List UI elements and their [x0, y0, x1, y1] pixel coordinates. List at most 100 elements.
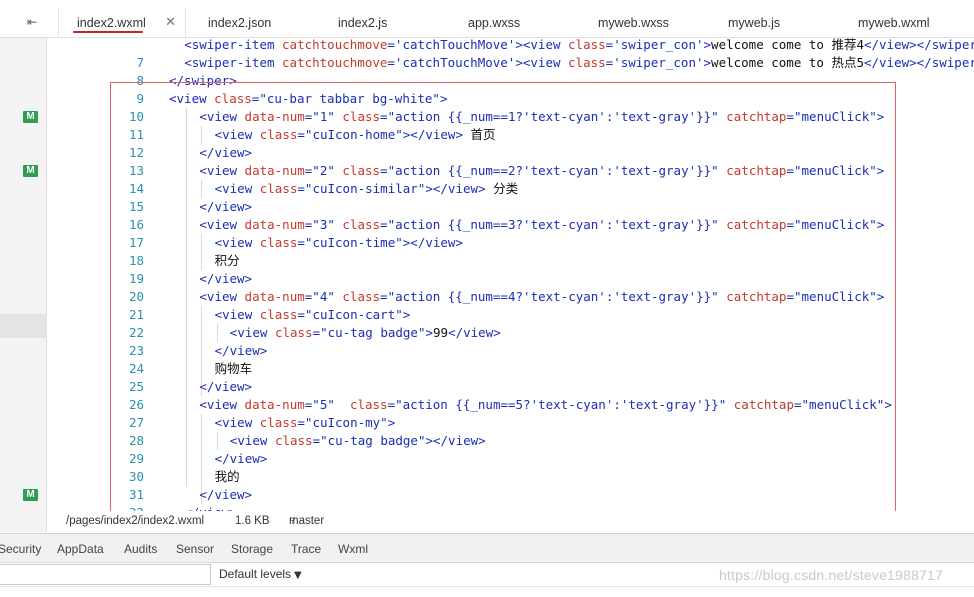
code-line[interactable]: <view class="cu-bar tabbar bg-white">: [169, 90, 447, 108]
git-modified-badge: M: [23, 111, 38, 123]
code-string-token: "action {{_num==4?'text-cyan':'text-gray…: [387, 289, 719, 304]
code-line[interactable]: <swiper-item catchtouchmove='catchTouchM…: [169, 54, 974, 72]
code-text-token: 99: [433, 325, 449, 340]
devtools-tab-appdata[interactable]: AppData: [57, 534, 104, 564]
code-line[interactable]: <view data-num="3" class="action {{_num=…: [169, 216, 884, 234]
code-tag-token: <view: [199, 163, 245, 178]
code-line[interactable]: <view data-num="2" class="action {{_num=…: [169, 162, 884, 180]
code-tag-token: <view: [214, 415, 260, 430]
devtools-tab-wxml[interactable]: Wxml: [338, 534, 368, 564]
code-line[interactable]: <view class="cuIcon-my">: [169, 414, 396, 432]
code-string-token: "cuIcon-home": [304, 127, 403, 142]
tab-index2-json[interactable]: index2.json: [208, 8, 271, 38]
devtools-tab-sensor[interactable]: Sensor: [176, 534, 214, 564]
code-line[interactable]: <view data-num="4" class="action {{_num=…: [169, 288, 884, 306]
code-tag-token: <swiper-item: [184, 38, 283, 52]
devtools-tab-storage[interactable]: Storage: [231, 534, 273, 564]
code-string-token: "menuClick": [794, 109, 877, 124]
code-line[interactable]: <view class="cuIcon-similar"></view> 分类: [169, 180, 519, 198]
code-string-token: "menuClick": [794, 289, 877, 304]
code-line[interactable]: <view class="cuIcon-home"></view> 首页: [169, 126, 496, 144]
code-line[interactable]: <view data-num="1" class="action {{_num=…: [169, 108, 884, 126]
line-number: 14: [128, 181, 144, 196]
code-line[interactable]: <view class="cu-tag badge">99</view>: [169, 324, 501, 342]
code-tag-token: </view></swiper-ite: [863, 55, 974, 70]
code-tag-token: <swiper-item: [184, 55, 283, 70]
tab-index2-js[interactable]: index2.js: [338, 8, 387, 38]
code-line[interactable]: </swiper>: [169, 72, 237, 90]
code-string-token: 'catchTouchMove': [394, 38, 516, 52]
code-line[interactable]: 我的: [169, 468, 240, 486]
code-line[interactable]: <swiper-item catchtouchmove='catchTouchM…: [169, 38, 974, 54]
tab-label: index2.wxml: [77, 16, 146, 30]
code-tag-token: ></view>: [402, 127, 463, 142]
line-number: 28: [128, 433, 144, 448]
tab-myweb-wxml[interactable]: myweb.wxml: [858, 8, 930, 38]
code-string-token: "menuClick": [801, 397, 885, 412]
code-tag-token: <view: [214, 235, 260, 250]
code-line[interactable]: </view>: [169, 378, 252, 396]
tab-index2-wxml[interactable]: index2.wxml ✕: [58, 8, 186, 38]
line-number: 20: [128, 289, 144, 304]
code-text-token: welcome come to 推荐4: [711, 38, 864, 52]
code-line[interactable]: </view>: [169, 504, 237, 511]
code-line[interactable]: 积分: [169, 252, 240, 270]
code-tag-token: <view: [199, 217, 245, 232]
line-number: 9: [136, 91, 144, 106]
devtools-tab-audits[interactable]: Audits: [124, 534, 157, 564]
line-number: 12: [128, 145, 144, 160]
code-tag-token: >: [876, 163, 885, 178]
code-tag-token: >: [402, 307, 411, 322]
code-tag-token: </view>: [214, 451, 268, 466]
explorer-selected-row[interactable]: [0, 314, 47, 338]
code-line[interactable]: </view>: [169, 198, 252, 216]
code-string-token: "cu-tag badge": [320, 433, 426, 448]
console-filter-input[interactable]: [0, 564, 211, 585]
code-tag-token: <view: [169, 91, 215, 106]
code-attr-token: data-num: [244, 217, 305, 232]
devtools-tab-security[interactable]: Security: [0, 534, 41, 564]
code-tag-token: =: [297, 181, 305, 196]
code-tag-token: <view: [229, 325, 275, 340]
tab-myweb-js[interactable]: myweb.js: [728, 8, 780, 38]
git-modified-badge: M: [23, 489, 38, 501]
line-number: 15: [128, 199, 144, 214]
code-line[interactable]: <view data-num="5" class="action {{_num=…: [169, 396, 891, 414]
code-attr-token: data-num: [244, 109, 305, 124]
code-line[interactable]: </view>: [169, 144, 252, 162]
code-text-token: 分类: [485, 181, 519, 196]
tab-label: index2.json: [208, 16, 272, 30]
code-attr-token: catchtap: [726, 217, 787, 232]
tab-myweb-wxss[interactable]: myweb.wxss: [598, 8, 669, 38]
code-string-token: "cuIcon-my": [304, 415, 388, 430]
code-tag-token: >: [703, 55, 712, 70]
log-levels-dropdown[interactable]: Default levels ▼: [219, 567, 302, 581]
code-attr-token: class: [259, 181, 298, 196]
tab-app-wxss[interactable]: app.wxss: [468, 8, 520, 38]
code-string-token: 'swiper_con': [613, 38, 704, 52]
code-line[interactable]: <view class="cuIcon-cart">: [169, 306, 411, 324]
code-string-token: "2": [312, 163, 335, 178]
code-line[interactable]: <view class="cu-tag badge"></view>: [169, 432, 486, 450]
split-editor-icon[interactable]: ⇤: [27, 15, 41, 29]
code-attr-token: catchtap: [726, 163, 787, 178]
code-editor[interactable]: 7 8 9 10 11 12 13 14 15 16 17 18 19 20 21 22 23 24 25 26 27 2…: [48, 38, 974, 511]
code-line[interactable]: </view>: [169, 450, 268, 468]
code-tag-token: ><view: [515, 55, 569, 70]
line-number: 24: [128, 361, 144, 376]
code-text-token: welcome come to 热点5: [711, 55, 864, 70]
line-number: 21: [128, 307, 144, 322]
line-number: 32: [108, 504, 144, 511]
code-line[interactable]: <view class="cuIcon-time"></view>: [169, 234, 463, 252]
devtools-tab-trace[interactable]: Trace: [291, 534, 321, 564]
code-string-token: "4": [312, 289, 335, 304]
code-line[interactable]: </view>: [169, 342, 268, 360]
devtools-tab-bar: Security AppData Audits Sensor Storage T…: [0, 533, 974, 563]
code-tag-token: =: [387, 38, 395, 52]
code-line[interactable]: </view>: [169, 486, 252, 504]
code-line[interactable]: 购物车: [169, 360, 253, 378]
code-tag-token: =: [297, 235, 305, 250]
code-line[interactable]: </view>: [169, 270, 252, 288]
close-icon[interactable]: ✕: [165, 8, 176, 38]
code-tag-token: </view>: [199, 145, 253, 160]
